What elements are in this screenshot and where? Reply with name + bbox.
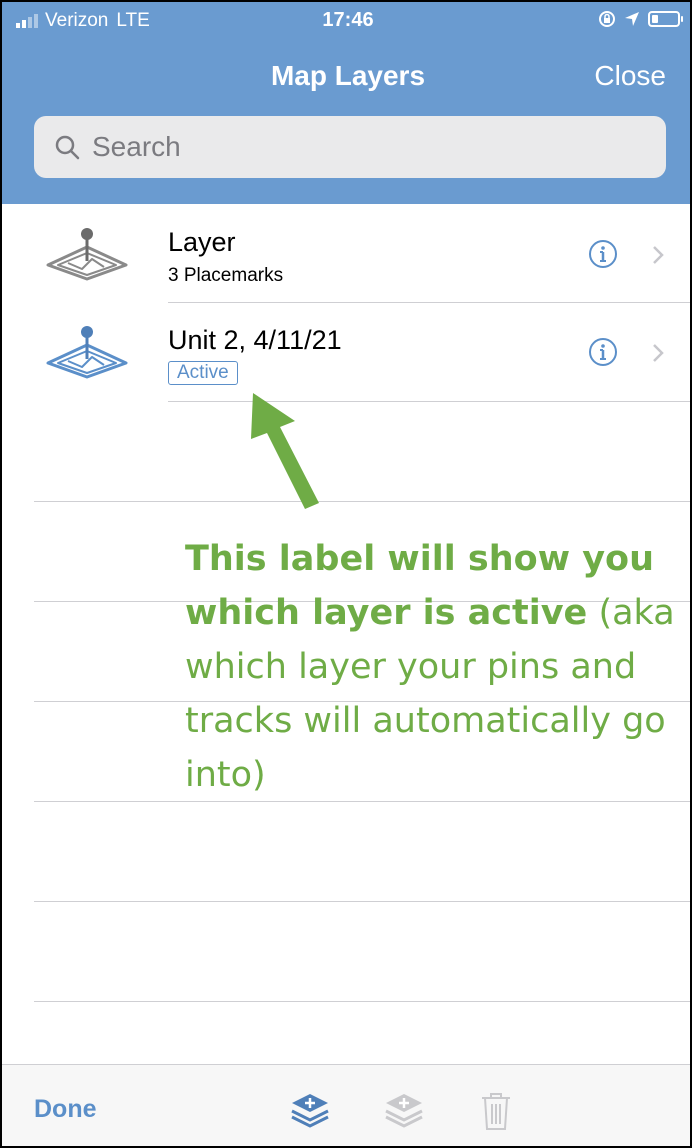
map-layer-icon: [46, 228, 128, 281]
battery-icon: [648, 11, 683, 27]
status-time: 17:46: [322, 9, 374, 31]
active-badge: Active: [168, 361, 238, 385]
chevron-right-icon: [653, 246, 664, 264]
info-icon[interactable]: [588, 337, 618, 367]
bottom-toolbar: Done: [2, 1064, 690, 1146]
header: Verizon LTE 17:46 Map Layers Close: [2, 2, 690, 204]
add-layer-icon[interactable]: [288, 1089, 332, 1133]
list-item[interactable]: Unit 2, 4/11/21 Active: [2, 303, 690, 401]
chevron-right-icon: [653, 344, 664, 362]
search-input[interactable]: [90, 130, 634, 164]
map-layer-icon: [46, 326, 128, 379]
row-divider: [34, 901, 690, 902]
layer-subtitle: 3 Placemarks: [168, 265, 284, 286]
annotation-text: This label will show you which layer is …: [185, 532, 690, 802]
duplicate-layer-icon[interactable]: [382, 1089, 426, 1133]
row-divider: [34, 1001, 690, 1002]
status-indicators: [598, 10, 683, 28]
page-title: Map Layers: [270, 60, 426, 91]
row-divider: [34, 501, 690, 502]
status-bar: Verizon LTE 17:46: [2, 2, 690, 42]
layer-title: Layer: [168, 227, 236, 257]
info-icon[interactable]: [588, 239, 618, 269]
close-button[interactable]: Close: [594, 60, 666, 92]
orientation-lock-icon: [599, 11, 615, 27]
annotation-bold: This label will show you which layer is …: [185, 539, 654, 633]
annotation-arrow: [251, 393, 319, 509]
trash-icon[interactable]: [474, 1089, 518, 1133]
search-icon: [55, 135, 80, 160]
app-screen: Verizon LTE 17:46 Map Layers Close Searc…: [0, 0, 692, 1148]
done-button[interactable]: Done: [34, 1095, 97, 1124]
search-bar[interactable]: [34, 116, 666, 178]
location-arrow-icon: [625, 12, 639, 26]
layer-title: Unit 2, 4/11/21: [168, 325, 342, 355]
list-item[interactable]: Layer 3 Placemarks: [2, 205, 690, 303]
